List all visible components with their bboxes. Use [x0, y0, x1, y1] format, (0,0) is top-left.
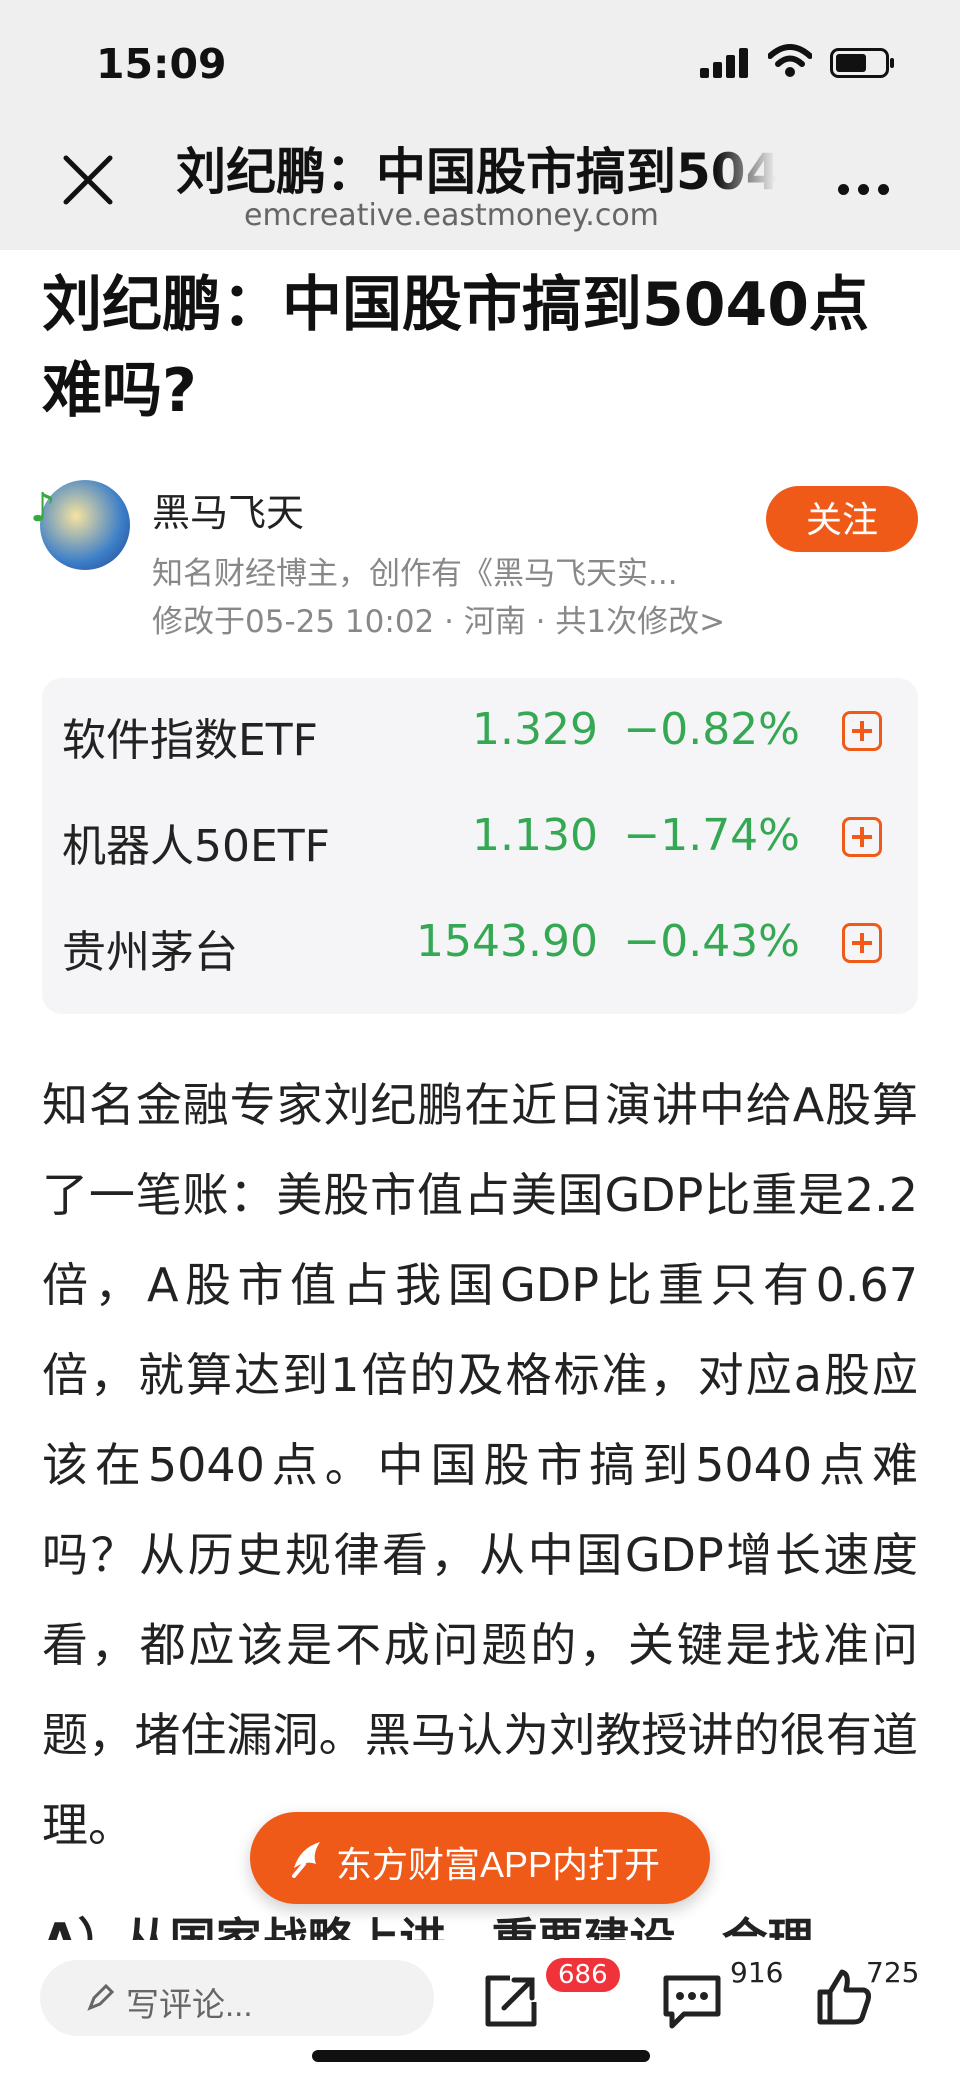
app-logo-icon — [292, 1842, 320, 1878]
comment-input[interactable]: 写评论... — [40, 1960, 434, 2036]
stock-price: 1.329 — [472, 704, 598, 755]
stock-card: 软件指数ETF 1.329 −0.82% 机器人50ETF 1.130 −1.7… — [42, 678, 918, 1014]
author-bio: 知名财经博主，创作有《黑马飞天实... — [152, 556, 678, 592]
author-name[interactable]: 黑马飞天 — [152, 482, 304, 537]
stock-row[interactable]: 软件指数ETF 1.329 −0.82% — [42, 678, 918, 784]
stock-price: 1.130 — [472, 810, 598, 861]
plus-icon[interactable] — [842, 817, 882, 857]
stock-row[interactable]: 机器人50ETF 1.130 −1.74% — [42, 784, 918, 890]
comment-icon[interactable] — [660, 1972, 724, 2032]
status-bar: 15:09 — [0, 0, 960, 120]
stock-name: 贵州茅台 — [62, 927, 238, 978]
close-icon[interactable] — [58, 150, 118, 210]
stock-change: −0.43% — [623, 916, 800, 967]
nav-url: emcreative.eastmoney.com — [244, 198, 659, 233]
nav-title: 刘纪鹏：中国股市搞到5040点难吗? — [176, 132, 776, 204]
share-count-badge: 686 — [546, 1958, 620, 1992]
thumbs-up-icon[interactable] — [816, 1968, 872, 2026]
stock-name: 机器人50ETF — [62, 821, 330, 872]
comment-count: 916 — [730, 1956, 784, 1989]
stock-row[interactable]: 贵州茅台 1543.90 −0.43% — [42, 890, 918, 996]
article-title: 刘纪鹏：中国股市搞到5040点难吗? — [42, 270, 869, 426]
more-icon[interactable] — [838, 180, 898, 199]
browser-nav-bar: 刘纪鹏：中国股市搞到5040点难吗? emcreative.eastmoney.… — [0, 120, 960, 250]
stock-change: −1.74% — [623, 810, 800, 861]
signal-icon — [700, 48, 748, 78]
wifi-icon — [768, 44, 812, 77]
status-time: 15:09 — [96, 40, 227, 88]
open-in-app-label: 东方财富APP内打开 — [336, 1844, 661, 1885]
stock-price: 1543.90 — [416, 916, 598, 967]
stock-change: −0.82% — [623, 704, 800, 755]
follow-button[interactable]: 关注 — [766, 486, 918, 552]
like-count: 725 — [866, 1956, 920, 1989]
plus-icon[interactable] — [842, 923, 882, 963]
article-body-next: A）从国家战略上讲，重要建设，合理 — [42, 1913, 814, 1940]
article-body: 知名金融专家刘纪鹏在近日演讲中给A股算了一笔账：美股市值占美国GDP比重是2.2… — [42, 1078, 918, 1852]
home-indicator — [312, 2050, 650, 2062]
share-icon[interactable] — [480, 1970, 542, 2032]
music-note-icon: ♪ — [30, 485, 56, 531]
stock-name: 软件指数ETF — [62, 715, 318, 766]
article-meta[interactable]: 修改于05-25 10:02 · 河南 · 共1次修改> — [152, 596, 725, 641]
battery-icon — [830, 48, 894, 78]
comment-placeholder: 写评论... — [126, 1986, 253, 2023]
pen-icon — [87, 1983, 115, 2011]
plus-icon[interactable] — [842, 711, 882, 751]
open-in-app-button[interactable]: 东方财富APP内打开 — [250, 1812, 710, 1904]
